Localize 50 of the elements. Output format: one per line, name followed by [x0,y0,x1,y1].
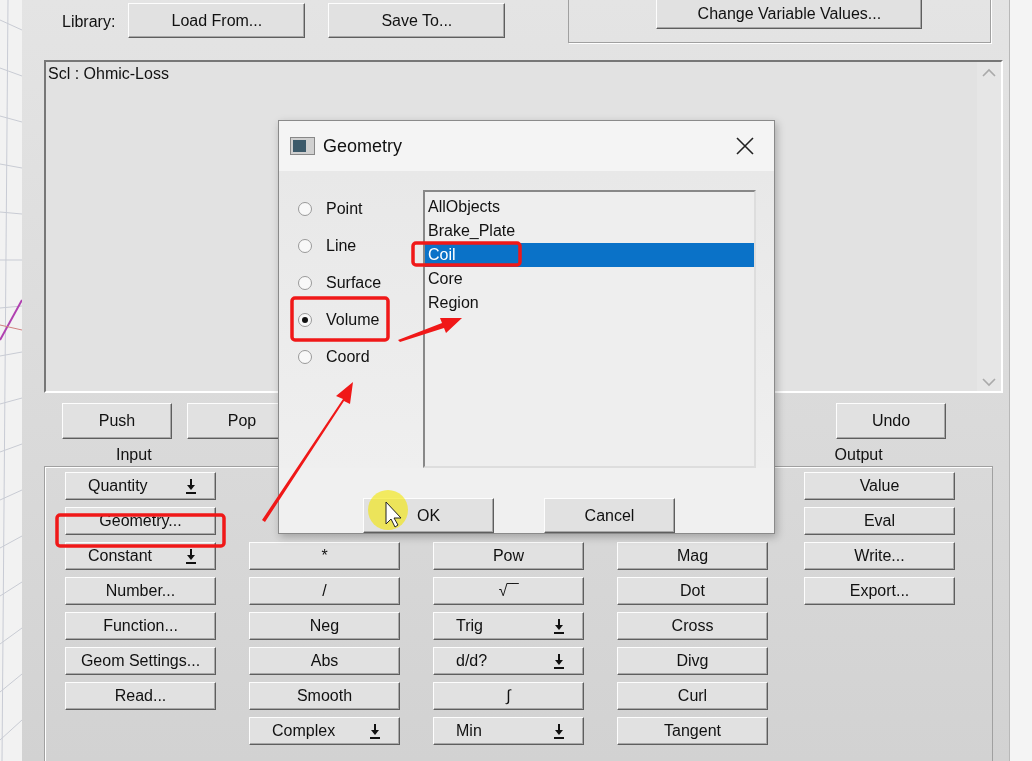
section-label: Output [834,446,883,464]
function-button[interactable]: Mag [617,542,768,570]
function-button[interactable]: Export... [804,577,955,605]
radio-label[interactable]: Coord [326,347,370,366]
function-button[interactable]: Tangent [617,717,768,745]
push-button[interactable]: Push [62,403,172,439]
stack-line: Scl : Ohmic-Loss [48,65,170,83]
radio-label[interactable]: Point [326,199,363,218]
list-item[interactable]: Region [425,291,754,315]
radio-label[interactable]: Line [326,236,357,255]
dropdown-button[interactable]: d/d? [433,647,584,675]
function-button[interactable]: Value [804,472,955,500]
function-button[interactable]: Abs [249,647,400,675]
function-button[interactable]: Dot [617,577,768,605]
radio-label[interactable]: Surface [326,273,382,292]
radio-label[interactable]: Volume [326,310,380,329]
dropdown-button[interactable]: Trig [433,612,584,640]
function-button[interactable]: Cross [617,612,768,640]
dropdown-button[interactable]: Complex [249,717,400,745]
load-from-button[interactable]: Load From... [128,3,306,38]
function-button[interactable]: Function... [65,612,216,640]
cancel-button[interactable]: Cancel [544,498,675,533]
function-button[interactable]: Number... [65,577,216,605]
undo-button[interactable]: Undo [836,403,946,439]
function-button[interactable]: Geom Settings... [65,647,216,675]
function-button[interactable]: Smooth [249,682,400,710]
list-item[interactable]: AllObjects [425,195,754,219]
list-item[interactable]: Coil [425,243,754,267]
function-button[interactable]: Eval [804,507,955,535]
save-to-button[interactable]: Save To... [328,3,506,38]
dropdown-button[interactable]: Min [433,717,584,745]
ok-button[interactable]: OK [363,498,494,533]
function-button[interactable]: Divg [617,647,768,675]
function-button[interactable]: Read... [65,682,216,710]
dropdown-button[interactable]: Quantity [65,472,216,500]
change-variable-values-button[interactable]: Change Variable Values... [656,0,923,29]
section-label: Input [116,446,152,464]
function-button[interactable]: √‾‾ [433,577,584,605]
function-button[interactable]: Pow [433,542,584,570]
function-button[interactable]: ∫ [433,682,584,710]
object-list[interactable]: AllObjects Brake_Plate Coil Core Region [423,190,756,468]
function-button[interactable]: Write... [804,542,955,570]
function-button[interactable]: / [249,577,400,605]
function-button[interactable]: Curl [617,682,768,710]
list-item[interactable]: Brake_Plate [425,219,754,243]
library-label: Library: [62,13,116,31]
function-button[interactable]: * [249,542,400,570]
function-button[interactable]: Neg [249,612,400,640]
dialog-title: Geometry [323,135,403,157]
list-item[interactable]: Core [425,267,754,291]
